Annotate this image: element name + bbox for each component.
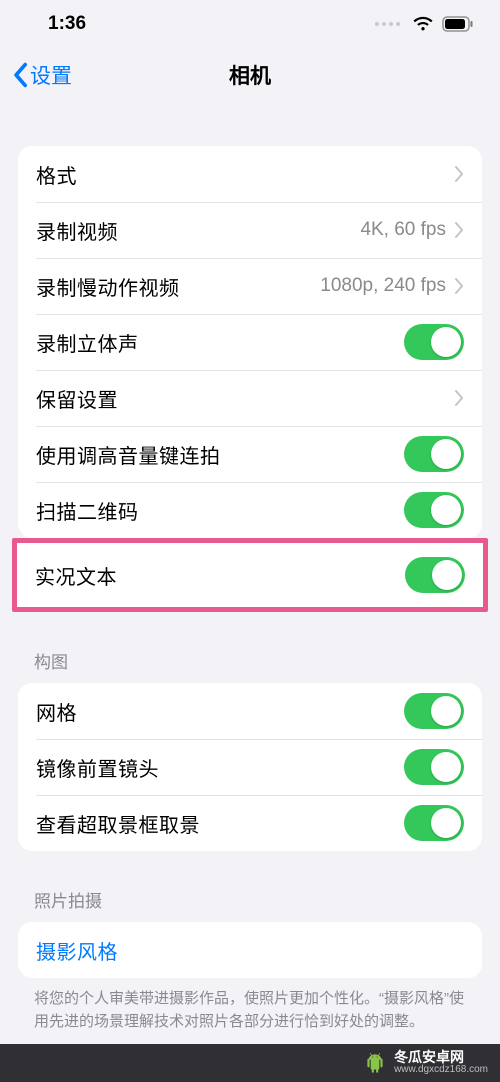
chevron-right-icon — [454, 278, 464, 294]
settings-group-composition: 网格 镜像前置镜头 查看超取景框取景 — [18, 683, 482, 851]
status-bar: 1:36 — [0, 0, 500, 48]
back-button[interactable]: 设置 — [12, 60, 72, 90]
row-label: 保留设置 — [36, 384, 454, 413]
row-view-outside-frame: 查看超取景框取景 — [18, 795, 482, 851]
settings-group-photo-capture: 摄影风格 — [18, 922, 482, 978]
row-label: 镜像前置镜头 — [36, 753, 404, 782]
highlight-live-text: 实况文本 — [12, 538, 488, 612]
wifi-icon — [412, 16, 434, 32]
row-grid: 网格 — [18, 683, 482, 739]
page-title: 相机 — [0, 60, 500, 90]
nav-bar: 设置 相机 — [0, 48, 500, 102]
settings-group-main: 格式 录制视频 4K, 60 fps 录制慢动作视频 1080p, 240 fp… — [18, 146, 482, 538]
row-label: 录制慢动作视频 — [36, 272, 320, 301]
toggle-live-text[interactable] — [405, 557, 465, 593]
row-label: 查看超取景框取景 — [36, 809, 404, 838]
watermark-url: www.dgxcdz168.com — [394, 1065, 488, 1076]
toggle-mirror-front[interactable] — [404, 749, 464, 785]
row-record-slomo[interactable]: 录制慢动作视频 1080p, 240 fps — [18, 258, 482, 314]
chevron-right-icon — [454, 390, 464, 406]
row-label: 网格 — [36, 697, 404, 726]
status-right — [375, 16, 474, 32]
chevron-right-icon — [454, 166, 464, 182]
chevron-left-icon — [12, 62, 28, 88]
row-preserve-settings[interactable]: 保留设置 — [18, 370, 482, 426]
row-live-text: 实况文本 — [17, 545, 483, 605]
section-header-composition: 构图 — [34, 648, 466, 673]
row-value: 4K, 60 fps — [360, 219, 446, 241]
toggle-scan-qr[interactable] — [404, 492, 464, 528]
row-mirror-front: 镜像前置镜头 — [18, 739, 482, 795]
watermark-bar: 冬瓜安卓网 www.dgxcdz168.com — [0, 1044, 500, 1082]
watermark-text: 冬瓜安卓网 www.dgxcdz168.com — [394, 1050, 488, 1075]
back-label: 设置 — [30, 60, 72, 90]
toggle-grid[interactable] — [404, 693, 464, 729]
toggle-stereo[interactable] — [404, 324, 464, 360]
row-formats[interactable]: 格式 — [18, 146, 482, 202]
row-label: 扫描二维码 — [36, 496, 404, 525]
row-record-video[interactable]: 录制视频 4K, 60 fps — [18, 202, 482, 258]
row-label: 使用调高音量键连拍 — [36, 440, 404, 469]
section-header-photo-capture: 照片拍摄 — [34, 887, 466, 912]
status-time: 1:36 — [48, 13, 86, 35]
row-stereo: 录制立体声 — [18, 314, 482, 370]
row-label: 实况文本 — [35, 561, 405, 590]
row-label: 格式 — [36, 160, 454, 189]
row-value: 1080p, 240 fps — [320, 275, 446, 297]
toggle-view-outside-frame[interactable] — [404, 805, 464, 841]
row-scan-qr: 扫描二维码 — [18, 482, 482, 538]
row-label: 摄影风格 — [36, 936, 464, 965]
section-footer-photo-capture: 将您的个人审美带进摄影作品，使照片更加个性化。“摄影风格”使用先进的场景理解技术… — [34, 988, 466, 1033]
toggle-volume-burst[interactable] — [404, 436, 464, 472]
android-icon — [362, 1050, 388, 1076]
chevron-right-icon — [454, 222, 464, 238]
row-volume-burst: 使用调高音量键连拍 — [18, 426, 482, 482]
recording-dots — [375, 22, 400, 26]
battery-icon — [442, 16, 474, 32]
row-label: 录制立体声 — [36, 328, 404, 357]
row-photographic-styles[interactable]: 摄影风格 — [18, 922, 482, 978]
row-label: 录制视频 — [36, 216, 360, 245]
watermark-name: 冬瓜安卓网 — [394, 1050, 464, 1065]
